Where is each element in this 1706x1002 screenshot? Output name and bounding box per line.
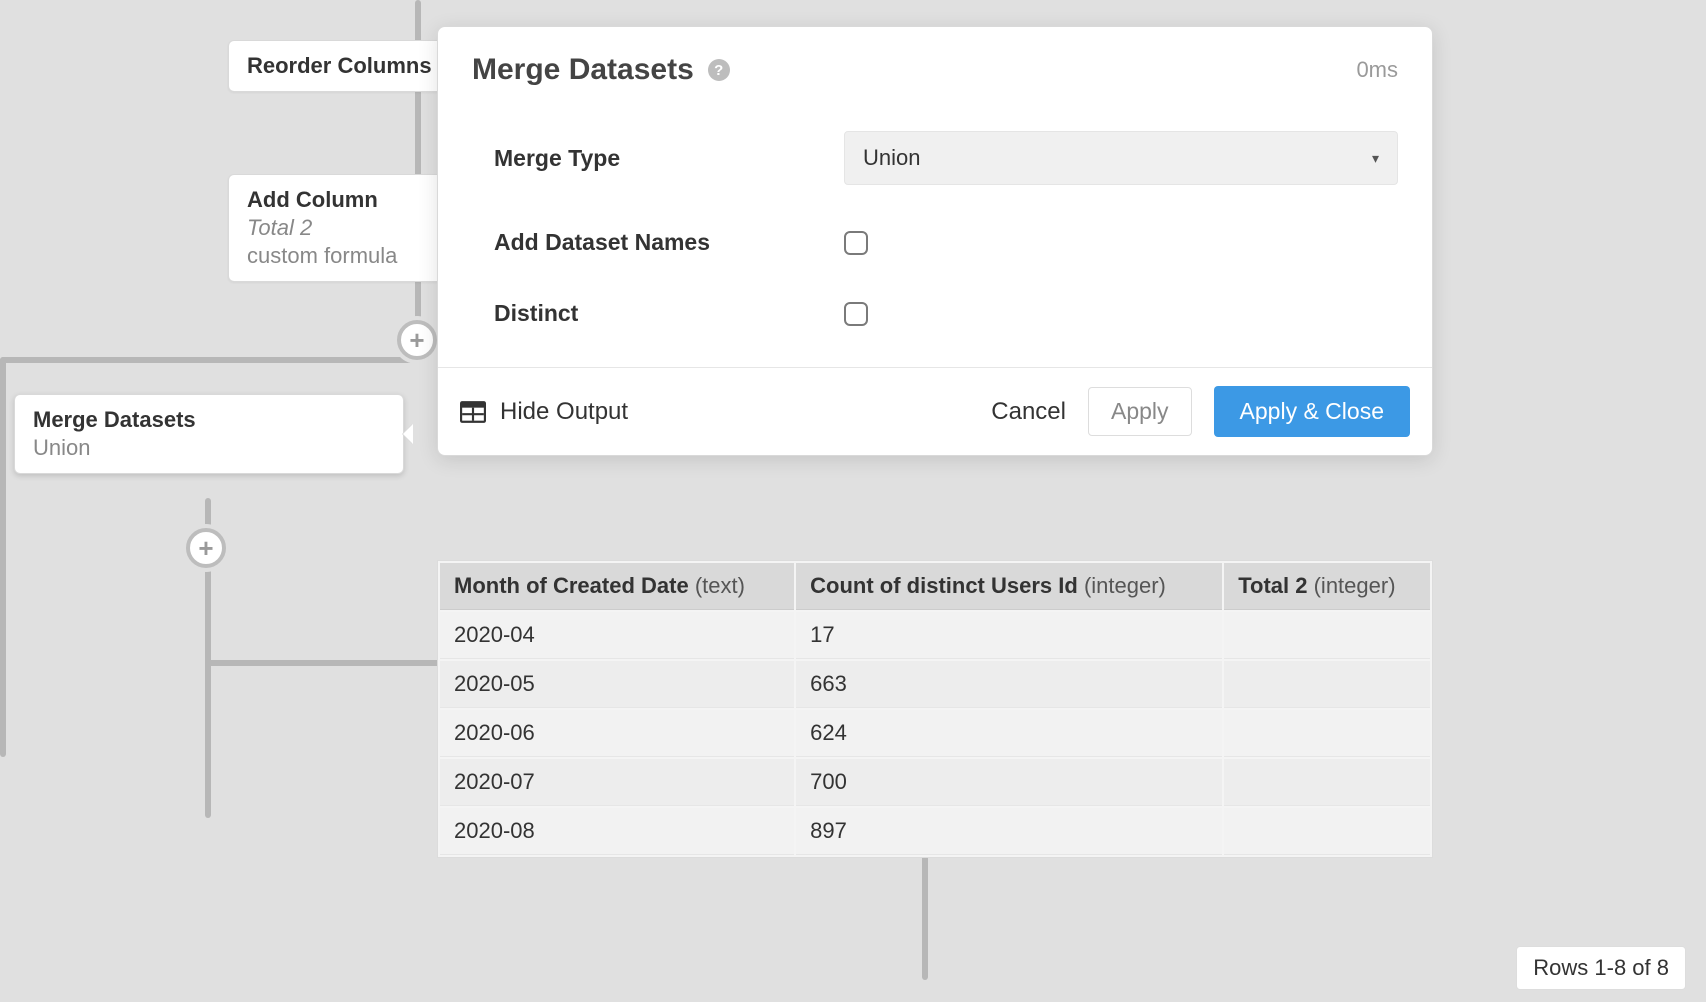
cell (1224, 808, 1430, 855)
add-dataset-names-label: Add Dataset Names (494, 229, 844, 256)
column-header[interactable]: Count of distinct Users Id (integer) (796, 563, 1222, 610)
cell: 17 (796, 612, 1222, 659)
merge-type-row: Merge Type Union ▾ (494, 131, 1398, 185)
node-add-column[interactable]: Add Column Total 2 custom formula (228, 174, 460, 282)
merge-type-value: Union (863, 145, 920, 171)
cell: 897 (796, 808, 1222, 855)
distinct-row: Distinct (494, 300, 1398, 327)
distinct-label: Distinct (494, 300, 844, 327)
merge-type-select[interactable]: Union ▾ (844, 131, 1398, 185)
cell (1224, 710, 1430, 757)
table-row: 2020-04 17 (440, 612, 1430, 659)
help-icon[interactable]: ? (708, 59, 730, 81)
node-title: Add Column (247, 187, 441, 213)
cell: 2020-04 (440, 612, 794, 659)
column-type: (text) (695, 573, 745, 598)
merge-type-label: Merge Type (494, 145, 844, 172)
connector-line (0, 357, 6, 757)
panel-body: Merge Type Union ▾ Add Dataset Names Dis… (438, 101, 1432, 367)
column-type: (integer) (1314, 573, 1396, 598)
column-header[interactable]: Total 2 (integer) (1224, 563, 1430, 610)
table-row: 2020-05 663 (440, 661, 1430, 708)
add-step-button[interactable]: + (397, 320, 437, 360)
cell: 2020-05 (440, 661, 794, 708)
table-row: 2020-06 624 (440, 710, 1430, 757)
add-dataset-names-row: Add Dataset Names (494, 229, 1398, 256)
table-icon (460, 401, 486, 423)
panel-header: Merge Datasets ? 0ms (438, 27, 1432, 101)
panel-title: Merge Datasets (472, 53, 694, 87)
node-reorder-columns[interactable]: Reorder Columns (228, 40, 460, 92)
merge-datasets-panel: Merge Datasets ? 0ms Merge Type Union ▾ … (437, 26, 1433, 456)
cell (1224, 612, 1430, 659)
column-name: Count of distinct Users Id (810, 573, 1078, 598)
node-caption: Union (33, 435, 385, 461)
cell: 624 (796, 710, 1222, 757)
cell (1224, 661, 1430, 708)
output-table: Month of Created Date (text) Count of di… (437, 560, 1433, 858)
cell (1224, 759, 1430, 806)
hide-output-toggle[interactable]: Hide Output (460, 398, 628, 426)
cell: 663 (796, 661, 1222, 708)
table-row: 2020-08 897 (440, 808, 1430, 855)
node-title: Reorder Columns (247, 53, 441, 79)
cell: 2020-08 (440, 808, 794, 855)
column-name: Month of Created Date (454, 573, 689, 598)
node-merge-datasets[interactable]: Merge Datasets Union (14, 394, 404, 474)
cell: 2020-06 (440, 710, 794, 757)
cell: 700 (796, 759, 1222, 806)
output-header-row: Month of Created Date (text) Count of di… (440, 563, 1430, 610)
column-type: (integer) (1084, 573, 1166, 598)
node-title: Merge Datasets (33, 407, 385, 433)
cell: 2020-07 (440, 759, 794, 806)
node-pointer (403, 424, 413, 444)
distinct-checkbox[interactable] (844, 302, 868, 326)
table-row: 2020-07 700 (440, 759, 1430, 806)
apply-button[interactable]: Apply (1088, 387, 1192, 436)
hide-output-label: Hide Output (500, 398, 628, 426)
column-name: Total 2 (1238, 573, 1307, 598)
execution-time: 0ms (1356, 57, 1398, 83)
apply-close-button[interactable]: Apply & Close (1214, 386, 1410, 437)
column-header[interactable]: Month of Created Date (text) (440, 563, 794, 610)
add-step-button[interactable]: + (186, 528, 226, 568)
panel-footer: Hide Output Cancel Apply Apply & Close (438, 367, 1432, 455)
chevron-down-icon: ▾ (1372, 150, 1379, 167)
add-dataset-names-checkbox[interactable] (844, 231, 868, 255)
rows-count-badge: Rows 1-8 of 8 (1516, 946, 1686, 990)
node-subtitle: Total 2 (247, 215, 441, 241)
cancel-button[interactable]: Cancel (991, 398, 1066, 426)
node-caption: custom formula (247, 243, 441, 269)
connector-line (0, 357, 418, 363)
